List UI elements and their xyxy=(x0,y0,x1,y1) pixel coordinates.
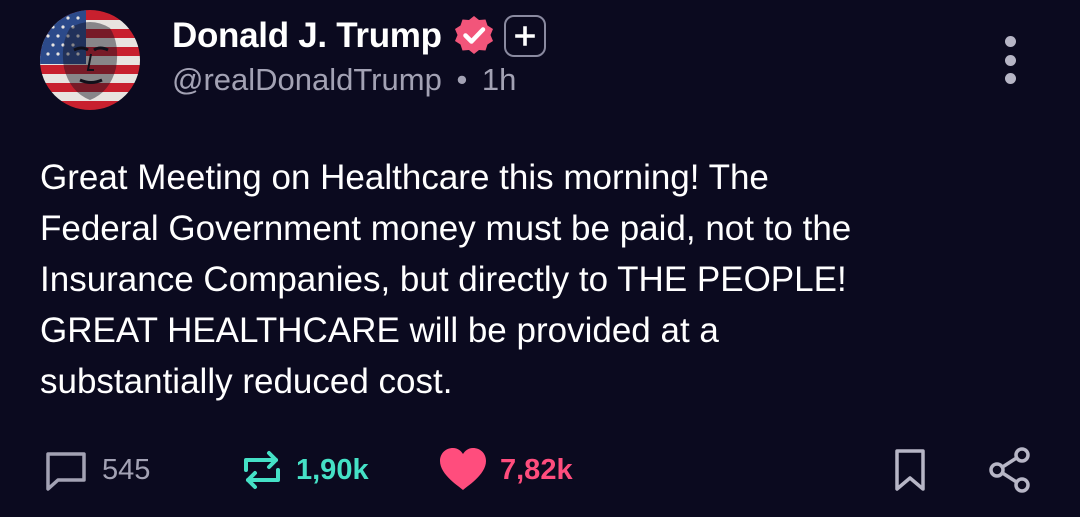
reply-button[interactable]: 545 xyxy=(42,440,150,500)
post-text: Great Meeting on Healthcare this morning… xyxy=(40,158,852,401)
author-display-name[interactable]: Donald J. Trump xyxy=(172,16,442,56)
meta-separator: • xyxy=(456,62,468,97)
repost-button[interactable]: 1,90k xyxy=(240,440,369,500)
heart-icon xyxy=(440,448,486,490)
verified-badge-icon xyxy=(454,16,493,54)
like-count: 7,82k xyxy=(500,453,573,486)
share-icon xyxy=(989,447,1030,493)
plus-icon xyxy=(514,26,535,46)
share-button[interactable] xyxy=(988,440,1032,500)
plus-badge xyxy=(503,15,546,57)
author-handle[interactable]: @realDonaldTrump xyxy=(172,62,442,97)
comment-icon xyxy=(46,452,86,491)
repost-icon xyxy=(244,451,280,489)
author-row: Donald J. Trump xyxy=(172,14,546,58)
more-vertical-icon xyxy=(1004,36,1016,47)
bookmark-button[interactable] xyxy=(892,440,928,500)
like-button[interactable]: 7,82k xyxy=(438,440,573,500)
repost-count: 1,90k xyxy=(296,453,369,486)
more-options-button[interactable] xyxy=(996,36,1024,84)
reply-count: 545 xyxy=(102,453,151,486)
post-card: Donald J. Trump @realDonaldTrump • 1h Gr… xyxy=(0,0,1080,517)
bookmark-icon xyxy=(895,449,925,491)
post-actions-bar: 545 1,90k 7,82k xyxy=(0,440,1080,500)
post-timestamp[interactable]: 1h xyxy=(482,62,516,97)
avatar-image xyxy=(40,10,140,110)
author-meta: @realDonaldTrump • 1h xyxy=(172,62,516,98)
avatar[interactable] xyxy=(40,10,140,110)
